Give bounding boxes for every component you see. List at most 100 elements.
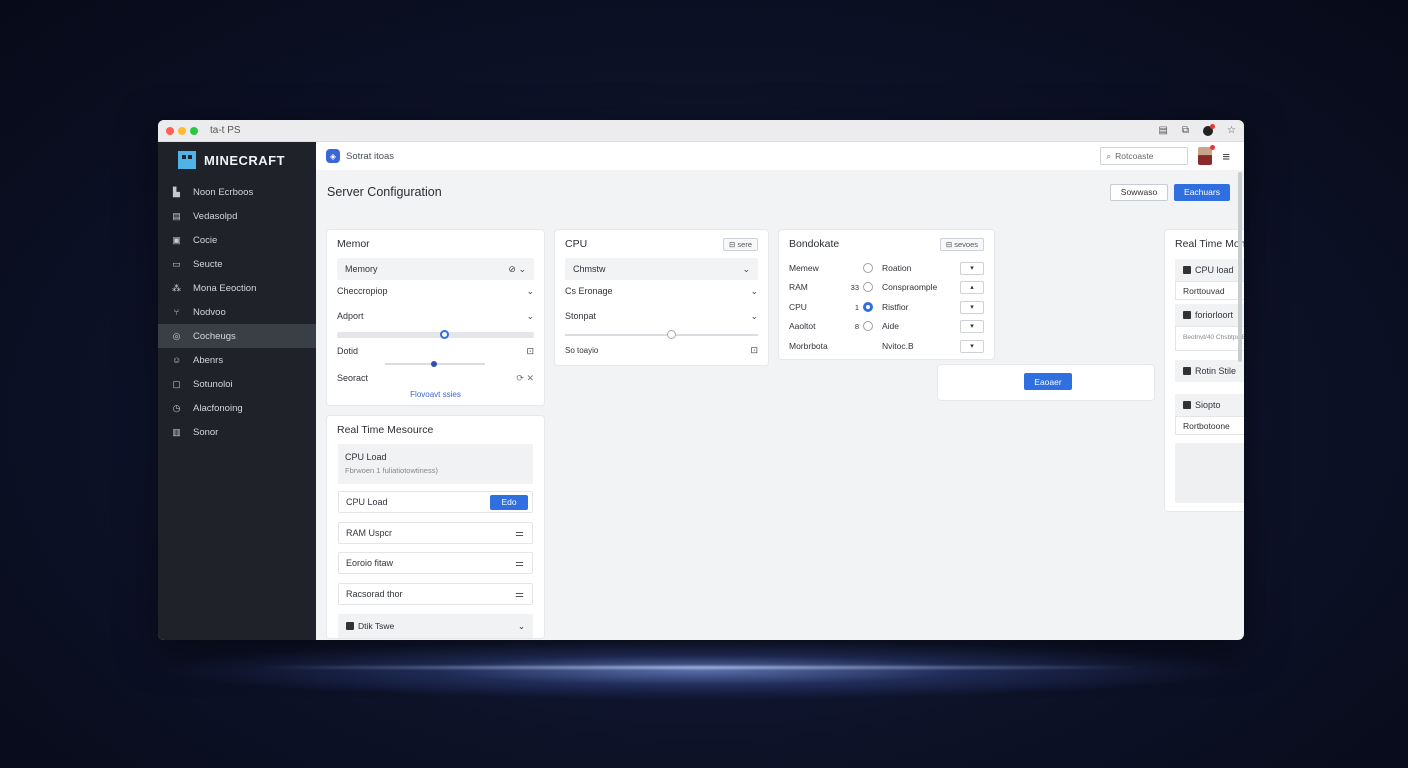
- resource-row-4[interactable]: Racsorad thor ⚌: [338, 583, 533, 605]
- storage-row-num: 1: [854, 302, 859, 312]
- storage-dropdown[interactable]: ▾: [960, 319, 984, 333]
- sidebar-item-0[interactable]: ▙ Noon Ecrboos: [158, 180, 316, 204]
- monitor-section-head[interactable]: Siopto⌄: [1175, 394, 1244, 416]
- sidebar-item-label: Sotunoloi: [193, 378, 233, 390]
- network-icon: ⁂: [172, 282, 181, 293]
- monitor-section-head[interactable]: foriorloort⌄: [1175, 304, 1244, 326]
- chip-icon: [1183, 367, 1191, 375]
- storage-dropdown[interactable]: ▾: [960, 300, 984, 314]
- memory-slider[interactable]: [337, 330, 534, 339]
- memory-row-3-label: Seoract: [337, 373, 369, 383]
- memory-card: Memor Memory ⊘ ⌄ Checcropiop ⌄ Adport ⌄ …: [327, 230, 544, 405]
- memory-row-1[interactable]: Checcropiop ⌄: [337, 280, 534, 302]
- expand-icon[interactable]: ⊡: [750, 345, 758, 356]
- memory-link[interactable]: Flovoavt ssies: [327, 390, 544, 399]
- resource-row-cpu[interactable]: CPU Load Edo: [338, 491, 533, 513]
- memory-slider-row: Dotid ⊡: [337, 340, 534, 362]
- doc-icon: ▥: [172, 426, 181, 437]
- storage-dropdown[interactable]: ▴: [960, 280, 984, 294]
- top-bar: ◈ Sotrat itoas ⌕ Rotcoaste ≡: [316, 142, 1244, 170]
- monitor-section-head[interactable]: Rotin Stile⌄: [1175, 360, 1244, 382]
- maximize-dot[interactable]: [190, 126, 198, 135]
- storage-radio[interactable]: [863, 321, 873, 331]
- sidebar-item-10[interactable]: ▥ Sonor: [158, 420, 316, 444]
- sidebar-item-label: Sonor: [193, 426, 219, 438]
- hamburger-menu-icon[interactable]: ≡: [1222, 149, 1230, 164]
- expand-icon[interactable]: ⊡: [526, 346, 534, 357]
- chevron-down-icon: ⌄: [750, 285, 758, 296]
- storage-card: Bondokate ⊟ sevoes Memew Roation ▾ RAM 3…: [779, 230, 994, 359]
- chevron-down-icon: ⊘ ⌄: [508, 263, 526, 274]
- monitor-select[interactable]: Rorttouvad⌄: [1175, 281, 1244, 300]
- storage-dropdown[interactable]: ▾: [960, 339, 984, 353]
- storage-badge[interactable]: ⊟ sevoes: [939, 238, 984, 251]
- avatar[interactable]: [1198, 145, 1216, 165]
- edit-button[interactable]: Edo: [490, 494, 528, 510]
- storage-dropdown[interactable]: ▾: [960, 261, 984, 275]
- chevron-down-icon: ⌄: [742, 263, 750, 274]
- monitor-section-head[interactable]: CPU load: [1175, 259, 1244, 281]
- sidebar-item-2[interactable]: ▣ Cocie: [158, 228, 316, 252]
- storage-row-right: Aide: [882, 321, 900, 331]
- sidebar-item-1[interactable]: ▤ Vedasolpd: [158, 204, 316, 228]
- cpu-badge[interactable]: ⊟ sere: [723, 238, 758, 251]
- monitor-section-1: foriorloort⌄ Beotnvt/40 Chsbtpo Beonos–: [1175, 304, 1244, 351]
- cpu-slider-knob[interactable]: [667, 330, 676, 339]
- refresh-icon[interactable]: ⟳ ✕: [516, 373, 534, 384]
- memory-slider-2[interactable]: [385, 361, 485, 367]
- resource-card-title: Real Time Mesource: [337, 424, 434, 436]
- tab-icon[interactable]: ▤: [1158, 125, 1167, 136]
- sidebar-item-6[interactable]: ◎ Cocheugs: [158, 324, 316, 348]
- memory-select-label: Memory: [345, 264, 378, 274]
- storage-row-left: RAM: [789, 282, 808, 292]
- sidebar-item-4[interactable]: ⁂ Mona Eeoction: [158, 276, 316, 300]
- sidebar-item-label: Mona Eeoction: [193, 282, 257, 294]
- search-input[interactable]: ⌕ Rotcoaste: [1100, 147, 1189, 165]
- disk-section[interactable]: Dtik Tswe ⌄: [338, 614, 533, 638]
- sidebar-item-5[interactable]: ⑂ Nodvoo: [158, 300, 316, 324]
- memory-card-title: Memor: [337, 238, 370, 250]
- star-icon[interactable]: ☆: [1227, 125, 1236, 136]
- storage-radio[interactable]: [863, 282, 873, 292]
- sliders-icon[interactable]: ⚌: [515, 528, 524, 539]
- memory-row-2[interactable]: Adport ⌄: [337, 305, 534, 327]
- sidebar-item-3[interactable]: ▭ Seucte: [158, 252, 316, 276]
- storage-apply-button[interactable]: Eaoaer: [1024, 373, 1072, 390]
- sidebar-item-8[interactable]: ▢ Sotunoloi: [158, 372, 316, 396]
- cpu-slider-label: So toayio: [565, 345, 599, 355]
- monitor-section-3: Siopto⌄ Rortbotoone⌄: [1175, 394, 1244, 435]
- notification-icon[interactable]: [1203, 123, 1216, 136]
- storage-radio[interactable]: [863, 263, 873, 273]
- monitor-select-label: Rortbotoone: [1183, 420, 1230, 431]
- sidebar-item-7[interactable]: ☺ Abenrs: [158, 348, 316, 372]
- cpu-row-2[interactable]: Stonpat ⌄: [565, 305, 758, 327]
- sliders-icon[interactable]: ⚌: [515, 589, 524, 600]
- storage-row-left: CPU: [789, 302, 807, 312]
- cpu-row-1[interactable]: Cs Eronage ⌄: [565, 280, 758, 302]
- memory-select[interactable]: Memory ⊘ ⌄: [337, 258, 534, 280]
- minimize-dot[interactable]: [178, 126, 186, 135]
- cpu-row-2-label: Stonpat: [565, 311, 597, 321]
- copy-icon[interactable]: ⧉: [1182, 125, 1189, 136]
- cpu-slider[interactable]: [565, 330, 758, 339]
- scrollbar[interactable]: [1238, 172, 1242, 362]
- resource-row-ram[interactable]: RAM Uspcr ⚌: [338, 522, 533, 544]
- sliders-icon[interactable]: ⚌: [515, 558, 524, 569]
- memory-slider-knob[interactable]: [440, 330, 449, 339]
- list-icon: ▤: [172, 210, 181, 221]
- resource-row-label: Eoroio fitaw: [346, 558, 394, 568]
- title-bar: ta-t PS ▤ ⧉ ☆: [158, 120, 1244, 142]
- chip-icon: [1183, 401, 1191, 409]
- close-dot[interactable]: [166, 126, 174, 135]
- monitor-select[interactable]: Rortbotoone⌄: [1175, 416, 1244, 435]
- brand-logo[interactable]: MINECRAFT: [158, 144, 316, 176]
- resource-row-3[interactable]: Eoroio fitaw ⚌: [338, 552, 533, 574]
- storage-radio-selected[interactable]: [863, 302, 873, 312]
- cpu-load-desc: Fbrwoen 1 fuliatiotowtiness): [345, 466, 438, 475]
- sidebar-item-label: Nodvoo: [193, 306, 226, 318]
- primary-button[interactable]: Eachuars: [1174, 183, 1230, 201]
- search-icon: ⌕: [1106, 150, 1112, 161]
- sidebar-item-9[interactable]: ◷ Alacfonoing: [158, 396, 316, 420]
- secondary-button[interactable]: Sowwaso: [1110, 183, 1168, 201]
- cpu-select[interactable]: Chmstw ⌄: [565, 258, 758, 280]
